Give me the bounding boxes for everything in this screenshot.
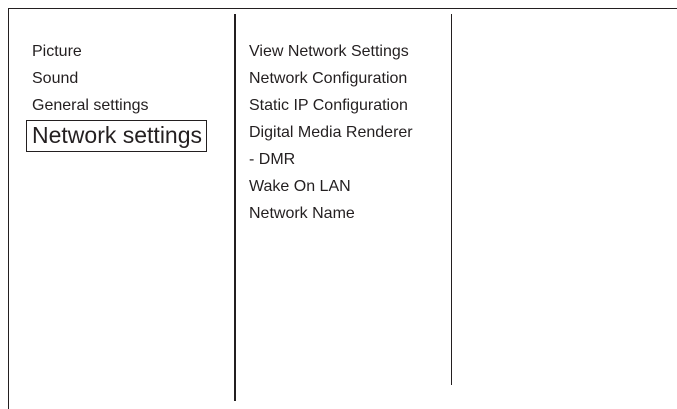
- menu-item-general-settings[interactable]: General settings: [32, 92, 232, 119]
- submenu-item-static-ip-configuration[interactable]: Static IP Configuration: [249, 92, 449, 119]
- submenu-item-dmr-continuation[interactable]: - DMR: [249, 146, 449, 173]
- menu-item-network-settings[interactable]: Network settings: [26, 120, 208, 152]
- submenu-item-network-name[interactable]: Network Name: [249, 200, 449, 227]
- menu-item-picture[interactable]: Picture: [32, 38, 232, 65]
- submenu-item-wake-on-lan[interactable]: Wake On LAN: [249, 173, 449, 200]
- main-menu: Picture Sound General settings Network s…: [26, 38, 232, 152]
- column-divider: [451, 14, 452, 385]
- menu-item-sound[interactable]: Sound: [32, 65, 232, 92]
- submenu-item-view-network-settings[interactable]: View Network Settings: [249, 38, 449, 65]
- column-divider: [234, 14, 236, 401]
- submenu: View Network Settings Network Configurat…: [249, 38, 449, 227]
- submenu-item-digital-media-renderer[interactable]: Digital Media Renderer: [249, 119, 449, 146]
- submenu-item-network-configuration[interactable]: Network Configuration: [249, 65, 449, 92]
